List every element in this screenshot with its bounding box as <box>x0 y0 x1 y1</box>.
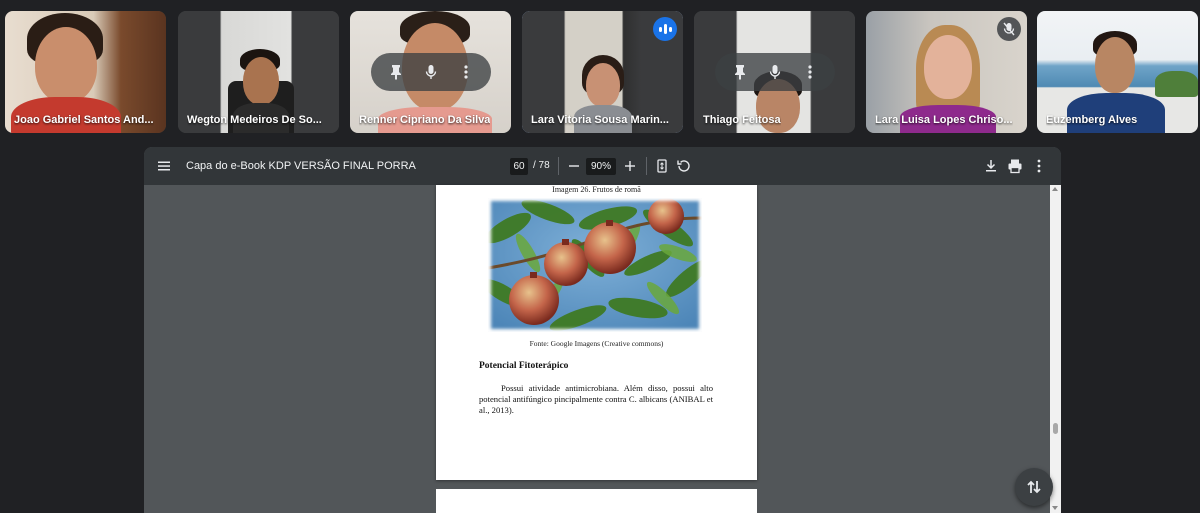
participant-tile-4[interactable]: Lara Vitoria Sousa Marin... <box>522 11 683 133</box>
download-icon[interactable] <box>983 158 999 174</box>
participant-name: Renner Cipriano Da Silva <box>359 114 491 126</box>
participant-name: Wegton Medeiros De So... <box>187 114 322 126</box>
zoom-level-input[interactable]: 90% <box>586 158 616 175</box>
participant-name: Euzemberg Alves <box>1046 114 1138 126</box>
mic-icon[interactable] <box>418 59 444 85</box>
page-total: / 78 <box>533 160 550 171</box>
participant-tile-1[interactable]: Joao Gabriel Santos And... <box>5 11 166 133</box>
page-number-input[interactable]: 60 <box>510 158 528 175</box>
zoom-out-button[interactable] <box>566 157 582 175</box>
participant-tile-7[interactable]: Euzemberg Alves <box>1037 11 1198 133</box>
section-title: Potencial Fitoterápico <box>479 361 569 371</box>
toolbar-divider <box>646 157 647 175</box>
figure-caption: Imagem 26. Frutos de romã <box>552 185 641 194</box>
more-vert-icon[interactable] <box>1031 158 1047 174</box>
pdf-viewer: Capa do e-Book KDP VERSÃO FINAL PORRA 60… <box>144 147 1061 513</box>
document-title: Capa do e-Book KDP VERSÃO FINAL PORRA <box>186 160 416 172</box>
zoom-in-button[interactable] <box>622 157 638 175</box>
scroll-up-arrow-icon[interactable] <box>1052 187 1058 191</box>
swap-vertical-icon[interactable] <box>1015 468 1053 506</box>
plants <box>1155 71 1198 97</box>
participant-name: Lara Vitoria Sousa Marin... <box>531 114 669 126</box>
more-vert-icon[interactable] <box>797 59 823 85</box>
figure-source: Fonte: Google Imagens (Creative commons) <box>529 339 664 348</box>
participant-name: Lara Luisa Lopes Chriso... <box>875 114 1013 126</box>
scroll-down-arrow-icon[interactable] <box>1052 506 1058 510</box>
participant-face <box>586 63 620 107</box>
participant-tile-3[interactable]: Renner Cipriano Da Silva <box>350 11 511 133</box>
tile-hover-controls <box>715 53 835 91</box>
pdf-page: Imagem 26. Frutos de romã Fonte: Google … <box>436 185 757 480</box>
pdf-toolbar: Capa do e-Book KDP VERSÃO FINAL PORRA 60… <box>144 147 1061 185</box>
participant-body <box>1067 93 1165 133</box>
participant-face <box>243 57 279 105</box>
participant-face <box>924 35 972 99</box>
pdf-next-page <box>436 489 757 513</box>
fit-page-icon[interactable] <box>654 158 670 174</box>
participant-name: Thiago Feitosa <box>703 114 781 126</box>
participant-name: Joao Gabriel Santos And... <box>14 114 154 126</box>
scrollbar-thumb[interactable] <box>1053 423 1058 434</box>
pomegranate-photo <box>488 198 702 332</box>
rotate-icon[interactable] <box>676 158 692 174</box>
participant-tile-5[interactable]: Thiago Feitosa <box>694 11 855 133</box>
print-icon[interactable] <box>1007 158 1023 174</box>
scrollbar[interactable] <box>1050 185 1061 513</box>
toolbar-divider <box>558 157 559 175</box>
mic-icon[interactable] <box>762 59 788 85</box>
participant-tile-6[interactable]: Lara Luisa Lopes Chriso... <box>866 11 1027 133</box>
participant-face <box>35 27 97 103</box>
pin-icon[interactable] <box>383 59 409 85</box>
pin-icon[interactable] <box>727 59 753 85</box>
participant-tile-2[interactable]: Wegton Medeiros De So... <box>178 11 339 133</box>
more-vert-icon[interactable] <box>453 59 479 85</box>
speaking-indicator-icon <box>653 17 677 41</box>
mic-off-icon <box>997 17 1021 41</box>
tile-hover-controls <box>371 53 491 91</box>
hamburger-menu-icon[interactable] <box>157 159 171 173</box>
participant-face <box>1095 37 1135 93</box>
body-paragraph: Possui atividade antimicrobiana. Além di… <box>479 383 713 415</box>
